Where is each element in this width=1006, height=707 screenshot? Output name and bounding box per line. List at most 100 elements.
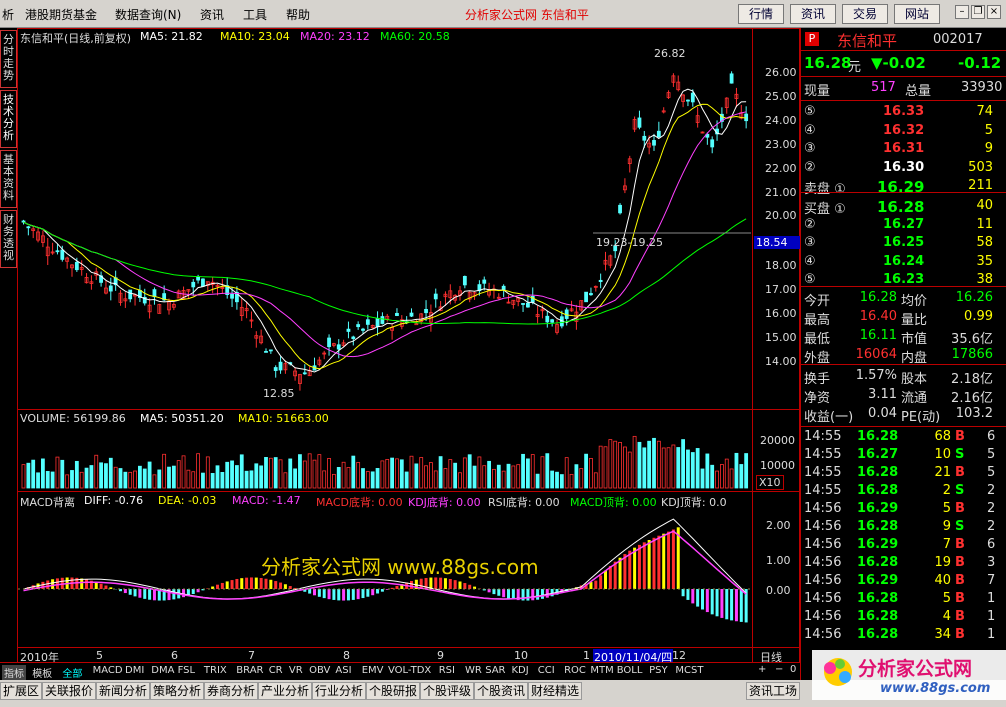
indicator-tab[interactable]: VR xyxy=(289,665,303,676)
indicator-tab[interactable]: 模板 xyxy=(32,665,52,680)
remove-icon[interactable]: − xyxy=(775,664,783,675)
indicator-tab[interactable]: CCI xyxy=(538,665,555,676)
volume-bar xyxy=(123,471,128,489)
close-icon[interactable]: × xyxy=(987,5,1001,19)
website-button[interactable]: 网站 xyxy=(894,4,940,24)
kdj-bottom-label: KDJ底背: 0.00 xyxy=(408,496,481,509)
indicator-tab[interactable]: DMA xyxy=(151,665,174,676)
stat-value: 2.16亿 xyxy=(951,391,993,406)
volume-bar xyxy=(734,452,739,489)
candle-body xyxy=(191,281,196,288)
volume-bar xyxy=(433,470,438,489)
menu-analysis[interactable]: 析 xyxy=(2,6,14,23)
volume-bar xyxy=(336,467,341,489)
indicator-tab[interactable]: OBV xyxy=(309,665,330,676)
volume-bar xyxy=(535,473,540,489)
menu-tools[interactable]: 工具 xyxy=(243,6,267,23)
indicator-tab[interactable]: BOLL xyxy=(617,665,643,676)
candle-body xyxy=(302,372,307,375)
indicator-tab[interactable]: 指标 xyxy=(2,665,26,680)
volume-bar xyxy=(45,471,50,489)
stat-row: 外盘 16064 内盘 17866 xyxy=(801,347,1006,366)
nav-tab[interactable]: 扩展区 xyxy=(0,682,43,700)
quote-button[interactable]: 行情 xyxy=(738,4,784,24)
menu-help[interactable]: 帮助 xyxy=(286,6,310,23)
nav-tab[interactable]: 财经精选 xyxy=(528,682,583,700)
macd-bar xyxy=(230,580,234,589)
indicator-tab[interactable]: TRIX xyxy=(204,665,227,676)
macd-bar xyxy=(468,584,472,589)
zero-button[interactable]: 0 xyxy=(790,664,796,675)
indicator-tab[interactable]: PSY xyxy=(649,665,668,676)
restore-icon[interactable]: ❐ xyxy=(971,5,985,19)
chart-area[interactable]: 东信和平(日线,前复权) MA5: 21.82 MA10: 23.04 MA20… xyxy=(17,28,800,665)
info-workshop-tab[interactable]: 资讯工场 xyxy=(746,682,801,700)
indicator-tab[interactable]: 全部 xyxy=(62,665,82,680)
ask-row[interactable]: ④ 16.32 5 xyxy=(801,123,1006,141)
menu-hk-futures[interactable]: 港股期货基金 xyxy=(25,6,97,23)
minimize-icon[interactable]: – xyxy=(955,5,969,19)
indicator-tab[interactable]: BRAR xyxy=(236,665,263,676)
volume-bar xyxy=(210,473,215,489)
indicator-tab[interactable]: MTM xyxy=(590,665,613,676)
tab-timeshare[interactable]: 分时走势 xyxy=(0,30,17,88)
trade-button[interactable]: 交易 xyxy=(842,4,888,24)
volume-bar xyxy=(424,465,428,489)
indicator-tab[interactable]: VOL-TDX xyxy=(388,665,431,676)
indicator-tab[interactable]: MCST xyxy=(675,665,703,676)
ask-row[interactable]: ② 16.30 503 xyxy=(801,160,1006,178)
indicator-tab[interactable]: FSL xyxy=(178,665,196,676)
add-icon[interactable]: + xyxy=(758,664,766,675)
nav-tab[interactable]: 策略分析 xyxy=(150,682,205,700)
order-qty: 9 xyxy=(984,141,993,156)
ask-row[interactable]: ⑤ 16.33 74 xyxy=(801,104,1006,122)
macd-bar xyxy=(317,589,321,597)
volume-bar xyxy=(254,463,259,489)
bid-row[interactable]: 买盘 ① 16.28 40 xyxy=(801,198,1006,217)
macd-bar xyxy=(715,589,719,617)
nav-tab[interactable]: 关联报价 xyxy=(42,682,97,700)
bid-row[interactable]: ② 16.27 11 xyxy=(801,217,1006,235)
candle-body xyxy=(637,117,642,128)
menu-data-query[interactable]: 数据查询(N) xyxy=(115,6,181,23)
indicator-tab[interactable]: DMI xyxy=(125,665,144,676)
indicator-tab[interactable]: RSI xyxy=(439,665,455,676)
indicator-tab[interactable]: MACD xyxy=(93,665,123,676)
nav-tab[interactable]: 券商分析 xyxy=(204,682,259,700)
indicator-tab[interactable]: SAR xyxy=(485,665,505,676)
macd-bar xyxy=(216,584,219,589)
order-qty: 40 xyxy=(976,198,993,213)
ask-row[interactable]: 卖盘 ① 16.29 211 xyxy=(801,178,1006,197)
info-button[interactable]: 资讯 xyxy=(790,4,836,24)
indicator-tab[interactable]: ROC xyxy=(564,665,586,676)
nav-tab[interactable]: 产业分析 xyxy=(258,682,313,700)
bid-row[interactable]: ③ 16.25 58 xyxy=(801,235,1006,253)
indicator-tab[interactable]: ASI xyxy=(335,665,351,676)
menu-info[interactable]: 资讯 xyxy=(200,6,224,23)
nav-tab[interactable]: 行业分析 xyxy=(312,682,367,700)
candle-body xyxy=(744,113,749,122)
macd-top-label: MACD顶背: 0.00 xyxy=(570,496,657,509)
tab-fundamentals[interactable]: 基本资料 xyxy=(0,150,17,208)
low-price-label: 12.85 xyxy=(263,387,295,400)
volume-bar xyxy=(288,458,293,489)
bid-row[interactable]: ⑤ 16.23 38 xyxy=(801,272,1006,290)
indicator-tab[interactable]: EMV xyxy=(362,665,384,676)
ask-row[interactable]: ③ 16.31 9 xyxy=(801,141,1006,159)
indicator-tab[interactable]: WR xyxy=(465,665,482,676)
nav-tab[interactable]: 个股研报 xyxy=(366,682,421,700)
volume-bar xyxy=(395,458,399,489)
stat-row: 今开 16.28 均价 16.26 xyxy=(801,290,1006,309)
nav-tab[interactable]: 个股评级 xyxy=(420,682,475,700)
tab-financials[interactable]: 财务透视 xyxy=(0,210,17,268)
nav-tab[interactable]: 个股资讯 xyxy=(474,682,529,700)
nav-tab[interactable]: 新闻分析 xyxy=(96,682,151,700)
macd-bar xyxy=(540,589,544,599)
indicator-tab[interactable]: KDJ xyxy=(512,665,529,676)
bid-row[interactable]: ④ 16.24 35 xyxy=(801,254,1006,272)
x-axis-label: 1 xyxy=(583,649,590,662)
tab-technical[interactable]: 技术分析 xyxy=(0,90,17,148)
indicator-tab[interactable]: CR xyxy=(269,665,283,676)
volume-bar xyxy=(710,464,715,489)
candle-body xyxy=(598,279,603,282)
